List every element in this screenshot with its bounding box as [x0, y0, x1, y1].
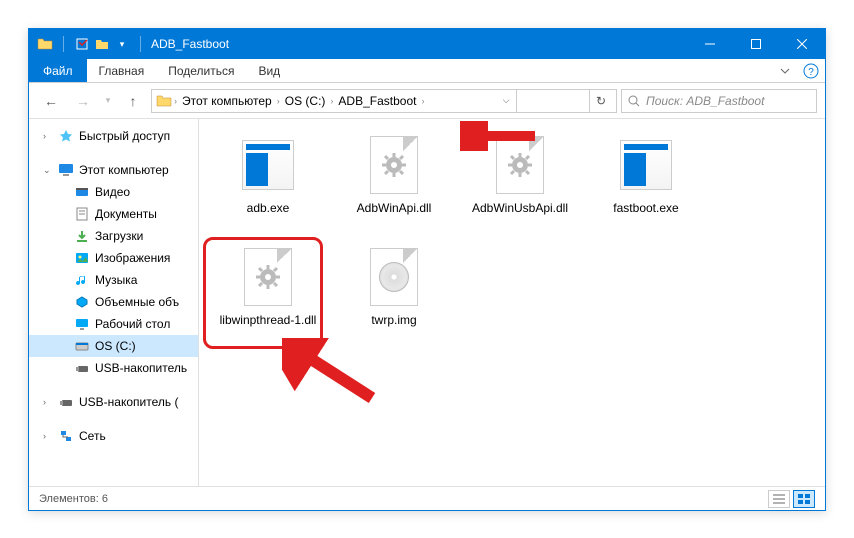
- file-label: libwinpthread-1.dll: [220, 313, 317, 329]
- ribbon-file-tab[interactable]: Файл: [29, 59, 87, 82]
- nav-recent-dropdown[interactable]: ▾: [101, 87, 115, 115]
- file-item[interactable]: AdbWinUsbApi.dll: [457, 129, 583, 241]
- breadcrumb-item[interactable]: Этот компьютер: [179, 94, 275, 108]
- file-thumb-dll: [488, 133, 552, 197]
- qat-newfolder-icon[interactable]: [94, 36, 110, 52]
- navbar: ← → ▾ ↑ › Этот компьютер › OS (C:) › ADB…: [29, 83, 825, 119]
- file-thumb-dll: [362, 133, 426, 197]
- tree-item[interactable]: USB-накопитель: [29, 357, 198, 379]
- breadcrumb-item[interactable]: OS (C:): [282, 94, 329, 108]
- tree-quick-access[interactable]: › Быстрый доступ: [29, 125, 198, 147]
- downloads-icon: [74, 228, 90, 244]
- star-icon: [58, 128, 74, 144]
- file-item[interactable]: adb.exe: [205, 129, 331, 241]
- ribbon-expand-icon[interactable]: [773, 59, 797, 82]
- file-item[interactable]: libwinpthread-1.dll: [205, 241, 331, 353]
- 3d-icon: [74, 294, 90, 310]
- tree-item[interactable]: Рабочий стол: [29, 313, 198, 335]
- tree-item[interactable]: Видео: [29, 181, 198, 203]
- tree-item[interactable]: Изображения: [29, 247, 198, 269]
- file-item[interactable]: fastboot.exe: [583, 129, 709, 241]
- ribbon-tab-share[interactable]: Поделиться: [156, 59, 246, 82]
- addr-history-dropdown[interactable]: ⌵: [497, 90, 517, 112]
- search-input[interactable]: Поиск: ADB_Fastboot: [621, 89, 817, 113]
- view-large-icons-button[interactable]: [793, 490, 815, 508]
- tree-item[interactable]: Документы: [29, 203, 198, 225]
- desktop-icon: [74, 316, 90, 332]
- nav-forward-button[interactable]: →: [69, 87, 97, 115]
- ribbon-tab-view[interactable]: Вид: [246, 59, 292, 82]
- file-list[interactable]: adb.exe AdbWinApi.dll AdbWinUsbApi.dll fast…: [199, 119, 825, 486]
- network-icon: [58, 428, 74, 444]
- addr-folder-icon: [156, 93, 172, 109]
- file-item[interactable]: twrp.img: [331, 241, 457, 353]
- nav-tree[interactable]: › Быстрый доступ ⌄ Этот компьютер ВидеоД…: [29, 119, 199, 486]
- file-thumb-exe: [614, 133, 678, 197]
- video-icon: [74, 184, 90, 200]
- tree-item[interactable]: Музыка: [29, 269, 198, 291]
- view-details-button[interactable]: [768, 490, 790, 508]
- file-label: fastboot.exe: [613, 201, 678, 217]
- titlebar[interactable]: ▾ ADB_Fastboot: [29, 29, 825, 59]
- chevron-right-icon[interactable]: ›: [421, 96, 424, 106]
- qat-properties-icon[interactable]: [74, 36, 90, 52]
- monitor-icon: [58, 162, 74, 178]
- nav-up-button[interactable]: ↑: [119, 87, 147, 115]
- search-placeholder: Поиск: ADB_Fastboot: [646, 94, 764, 108]
- chevron-right-icon[interactable]: ›: [174, 96, 177, 106]
- tree-usb[interactable]: › USB-накопитель (: [29, 391, 198, 413]
- file-label: twrp.img: [371, 313, 416, 329]
- file-thumb-exe: [236, 133, 300, 197]
- close-button[interactable]: [779, 29, 825, 59]
- refresh-button[interactable]: ↻: [589, 90, 612, 112]
- pictures-icon: [74, 250, 90, 266]
- file-thumb-img: [362, 245, 426, 309]
- ribbon-tab-home[interactable]: Главная: [87, 59, 157, 82]
- search-icon: [628, 95, 640, 107]
- nav-back-button[interactable]: ←: [37, 87, 65, 115]
- file-item[interactable]: AdbWinApi.dll: [331, 129, 457, 241]
- qat-dropdown-icon[interactable]: ▾: [114, 36, 130, 52]
- music-icon: [74, 272, 90, 288]
- tree-item[interactable]: Загрузки: [29, 225, 198, 247]
- chevron-right-icon[interactable]: ›: [277, 96, 280, 106]
- folder-icon: [37, 36, 53, 52]
- explorer-window: ▾ ADB_Fastboot Файл Главная Поделиться В…: [28, 28, 826, 511]
- status-bar: Элементов: 6: [29, 486, 825, 510]
- status-item-count: Элементов: 6: [39, 493, 108, 505]
- tree-item[interactable]: OS (C:): [29, 335, 198, 357]
- usb-icon: [58, 394, 74, 410]
- window-title: ADB_Fastboot: [151, 37, 229, 51]
- file-label: AdbWinUsbApi.dll: [472, 201, 568, 217]
- file-thumb-dll: [236, 245, 300, 309]
- disk-icon: [74, 338, 90, 354]
- maximize-button[interactable]: [733, 29, 779, 59]
- chevron-right-icon[interactable]: ›: [330, 96, 333, 106]
- svg-text:?: ?: [808, 67, 814, 78]
- address-bar[interactable]: › Этот компьютер › OS (C:) › ADB_Fastboo…: [151, 89, 617, 113]
- tree-network[interactable]: › Сеть: [29, 425, 198, 447]
- file-label: adb.exe: [247, 201, 290, 217]
- ribbon: Файл Главная Поделиться Вид ?: [29, 59, 825, 83]
- breadcrumb-item[interactable]: ADB_Fastboot: [335, 94, 419, 108]
- usb-icon: [74, 360, 90, 376]
- help-icon[interactable]: ?: [797, 59, 825, 82]
- file-label: AdbWinApi.dll: [357, 201, 432, 217]
- minimize-button[interactable]: [687, 29, 733, 59]
- tree-item[interactable]: Объемные объ: [29, 291, 198, 313]
- docs-icon: [74, 206, 90, 222]
- tree-this-pc[interactable]: ⌄ Этот компьютер: [29, 159, 198, 181]
